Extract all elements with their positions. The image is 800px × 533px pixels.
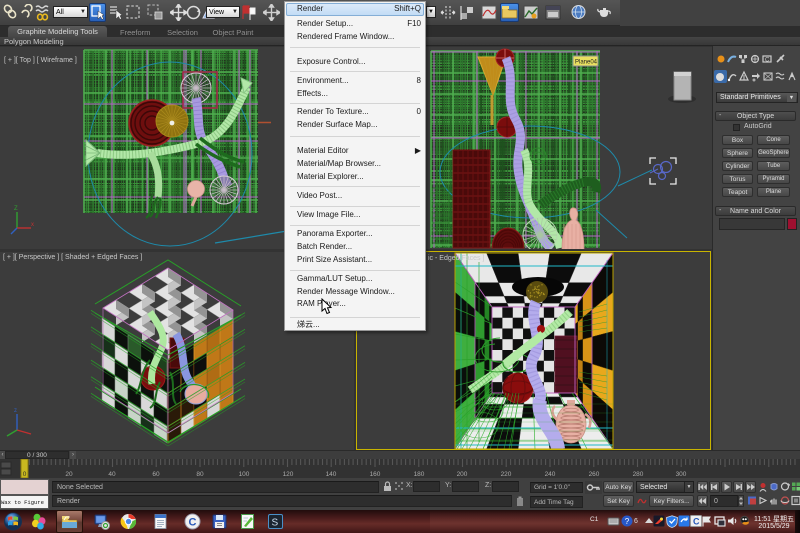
svg-text:Plane04: Plane04 (575, 60, 598, 66)
svg-text:x: x (31, 222, 34, 228)
svg-text:100: 100 (239, 471, 250, 478)
svg-text:60: 60 (152, 471, 160, 478)
svg-text:300: 300 (676, 471, 687, 478)
svg-text:220: 220 (501, 471, 512, 478)
svg-text:240: 240 (545, 471, 556, 478)
svg-text:180: 180 (414, 471, 425, 478)
svg-text:?: ? (625, 517, 630, 526)
svg-text:S: S (272, 518, 279, 529)
svg-text:C: C (189, 517, 197, 529)
svg-text:C: C (765, 58, 770, 64)
svg-text:Z: Z (14, 206, 18, 212)
svg-text:260: 260 (589, 471, 600, 478)
svg-text:280: 280 (633, 471, 644, 478)
svg-text:0: 0 (23, 471, 27, 478)
svg-text:20: 20 (65, 471, 73, 478)
svg-text:6: 6 (634, 518, 638, 525)
svg-text:z: z (14, 408, 17, 414)
svg-text:120: 120 (283, 471, 294, 478)
svg-text:80: 80 (196, 471, 204, 478)
svg-text:200: 200 (457, 471, 468, 478)
svg-text:160: 160 (370, 471, 381, 478)
svg-text:40: 40 (108, 471, 116, 478)
svg-text:140: 140 (326, 471, 337, 478)
svg-text:C: C (693, 517, 700, 527)
